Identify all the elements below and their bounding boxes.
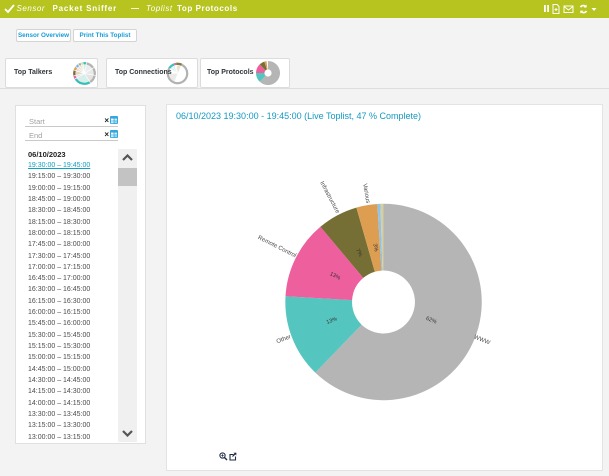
svg-text:Remote Control: Remote Control xyxy=(257,235,297,259)
svg-text:WWW: WWW xyxy=(473,335,491,347)
svg-text:Various: Various xyxy=(361,183,370,204)
svg-text:Other: Other xyxy=(276,334,292,345)
svg-text:Infrastructure: Infrastructure xyxy=(318,181,340,216)
